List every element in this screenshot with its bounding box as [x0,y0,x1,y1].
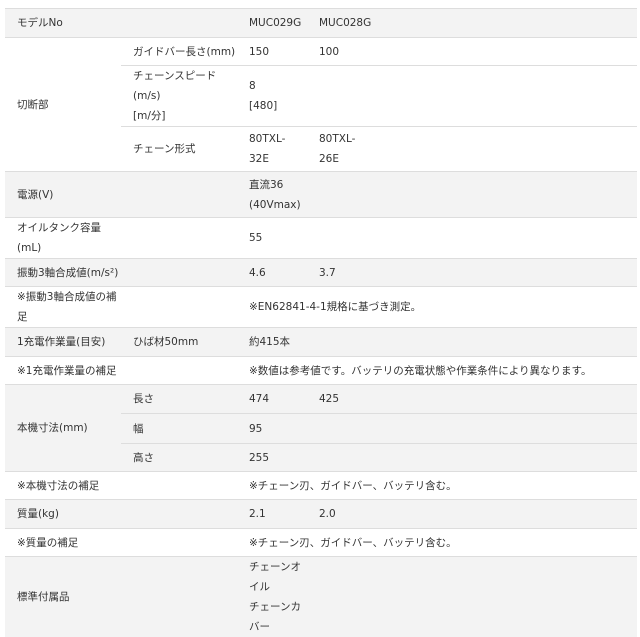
row-label: ※1充電作業量の補足 [5,357,121,385]
value-muc028g: 3.7 [307,259,637,287]
value-muc029g: チェーンオイルチェーンカバー [237,557,307,637]
sub-label [121,557,237,637]
sub-label: 高さ [121,444,237,472]
value-muc028g: 2.0 [307,500,637,529]
value-muc029g: 55 [237,218,307,259]
value-muc028g [307,444,637,472]
value-muc029g: 95 [237,414,307,444]
row-label: 標準付属品 [5,557,121,637]
sub-label [121,357,237,385]
sub-label: 幅 [121,414,237,444]
value-muc028g [307,414,637,444]
row-label: ※質量の補足 [5,529,121,557]
row-label: オイルタンク容量(mL) [5,218,121,259]
row-label: 質量(kg) [5,500,121,529]
table-row: 切断部ガイドバー長さ(mm)150100 [5,38,637,66]
table-row: 1充電作業量(目安)ひば材50mm約415本 [5,328,637,357]
note-value: ※チェーン刃、ガイドバー、バッテリ含む。 [237,529,637,557]
row-label: モデルNo [5,9,121,38]
table-row: ※質量の補足 ※チェーン刃、ガイドバー、バッテリ含む。 [5,529,637,557]
sub-label [121,259,237,287]
sub-label [121,172,237,218]
sub-label [121,529,237,557]
value-muc028g: 80TXL-26E [307,127,637,172]
table-row: 標準付属品 チェーンオイルチェーンカバー [5,557,637,637]
table-row: 本機寸法(mm)長さ474425 [5,385,637,414]
value-muc029g: MUC029G [237,9,307,38]
value-muc029g: 255 [237,444,307,472]
value-muc029g: 直流36(40Vmax) [237,172,307,218]
value-muc029g: 474 [237,385,307,414]
value-muc028g: 425 [307,385,637,414]
note-value: ※EN62841-4-1規格に基づき測定。 [237,287,637,328]
sub-label: チェーン形式 [121,127,237,172]
value-muc028g [307,328,637,357]
value-muc028g [307,557,637,637]
row-label: 電源(V) [5,172,121,218]
value-muc028g [307,218,637,259]
value-muc028g: 100 [307,38,637,66]
value-muc029g: 約415本 [237,328,307,357]
spec-table: モデルNoMUC029GMUC028G切断部ガイドバー長さ(mm)150100チ… [5,8,637,637]
row-label: 1充電作業量(目安) [5,328,121,357]
sub-label: 長さ [121,385,237,414]
table-row: モデルNo MUC029GMUC028G [5,9,637,38]
note-value: ※チェーン刃、ガイドバー、バッテリ含む。 [237,472,637,500]
value-muc029g: 2.1 [237,500,307,529]
sub-label [121,500,237,529]
sub-label [121,472,237,500]
value-muc028g [307,172,637,218]
row-label: ※本機寸法の補足 [5,472,121,500]
row-label: 切断部 [5,38,121,172]
sub-label: チェーンスピード(m/s)[m/分] [121,66,237,127]
value-muc029g: 8[480] [237,66,307,127]
sub-label [121,218,237,259]
value-muc028g [307,66,637,127]
value-muc029g: 150 [237,38,307,66]
sub-label: ひば材50mm [121,328,237,357]
sub-label [121,9,237,38]
table-row: ※1充電作業量の補足 ※数値は参考値です。バッテリの充電状態や作業条件により異なり… [5,357,637,385]
table-row: ※振動3軸合成値の補足 ※EN62841-4-1規格に基づき測定。 [5,287,637,328]
row-label: 本機寸法(mm) [5,385,121,472]
value-muc029g: 4.6 [237,259,307,287]
row-label: ※振動3軸合成値の補足 [5,287,121,328]
sub-label: ガイドバー長さ(mm) [121,38,237,66]
table-row: 振動3軸合成値(m/s²) 4.63.7 [5,259,637,287]
sub-label [121,287,237,328]
table-row: 電源(V) 直流36(40Vmax) [5,172,637,218]
row-label: 振動3軸合成値(m/s²) [5,259,121,287]
note-value: ※数値は参考値です。バッテリの充電状態や作業条件により異なります。 [237,357,637,385]
table-row: オイルタンク容量(mL) 55 [5,218,637,259]
value-muc029g: 80TXL-32E [237,127,307,172]
table-row: ※本機寸法の補足 ※チェーン刃、ガイドバー、バッテリ含む。 [5,472,637,500]
table-row: 質量(kg) 2.12.0 [5,500,637,529]
value-muc028g: MUC028G [307,9,637,38]
